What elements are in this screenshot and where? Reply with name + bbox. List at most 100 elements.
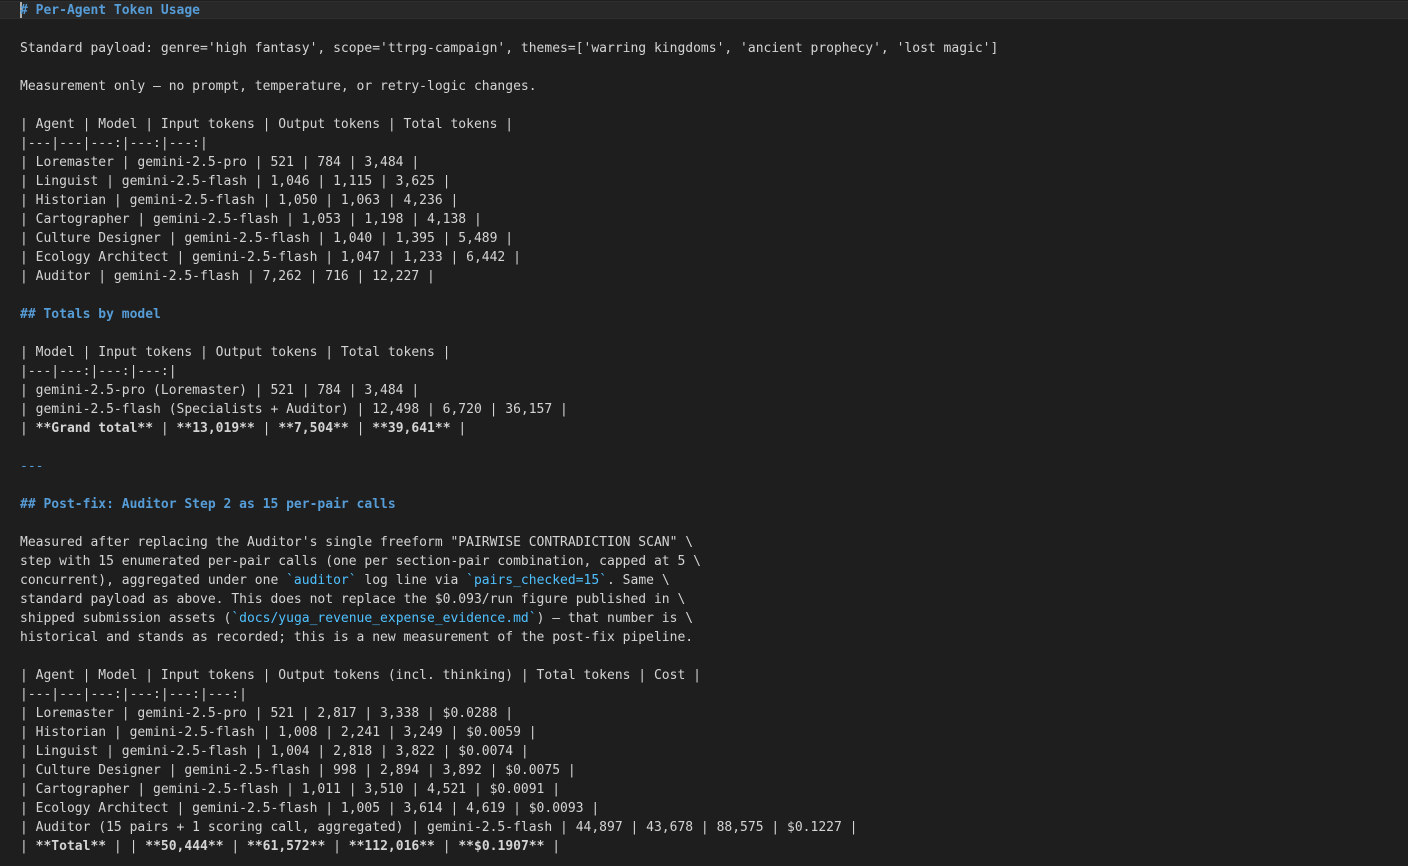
line-text: | Culture Designer | gemini-2.5-flash | … [20, 763, 576, 778]
markdown-bold-token: **$0.1907** [458, 839, 545, 854]
line-text: |---|---:|---:|---:| [20, 364, 177, 379]
editor-line[interactable]: | **Total** | | **50,444** | **61,572** … [20, 837, 1408, 856]
editor-line[interactable]: | Cartographer | gemini-2.5-flash | 1,01… [20, 780, 1408, 799]
editor-line[interactable]: | Cartographer | gemini-2.5-flash | 1,05… [20, 210, 1408, 229]
markdown-bold-token: **39,641** [372, 421, 451, 436]
line-text: historical and stands as recorded; this … [20, 630, 694, 645]
editor-line[interactable] [20, 286, 1408, 305]
line-text: step with 15 enumerated per-pair calls (… [20, 554, 701, 569]
markdown-code-token: `pairs_checked=15` [466, 573, 608, 588]
line-text: | Auditor | gemini-2.5-flash | 7,262 | 7… [20, 269, 435, 284]
line-text: | Cartographer | gemini-2.5-flash | 1,05… [20, 212, 482, 227]
editor-line[interactable]: Measurement only — no prompt, temperatur… [20, 77, 1408, 96]
markdown-bold-token: **7,504** [278, 421, 349, 436]
editor-line[interactable]: ## Post-fix: Auditor Step 2 as 15 per-pa… [20, 495, 1408, 514]
line-text: Standard payload: genre='high fantasy', … [20, 41, 999, 56]
editor-line[interactable]: | Linguist | gemini-2.5-flash | 1,046 | … [20, 172, 1408, 191]
editor-line[interactable]: | Historian | gemini-2.5-flash | 1,050 |… [20, 191, 1408, 210]
editor-line[interactable]: | Auditor | gemini-2.5-flash | 7,262 | 7… [20, 267, 1408, 286]
line-text: | Model | Input tokens | Output tokens |… [20, 345, 451, 360]
line-text: | Loremaster | gemini-2.5-pro | 521 | 78… [20, 155, 420, 170]
editor-line[interactable]: shipped submission assets (`docs/yuga_re… [20, 609, 1408, 628]
editor-line[interactable]: | gemini-2.5-pro (Loremaster) | 521 | 78… [20, 381, 1408, 400]
line-text: | [20, 839, 36, 854]
markdown-bold-token: **13,019** [176, 421, 255, 436]
editor-line[interactable]: | Loremaster | gemini-2.5-pro | 521 | 78… [20, 153, 1408, 172]
line-text: | Auditor (15 pairs + 1 scoring call, ag… [20, 820, 858, 835]
line-text: | [223, 839, 248, 854]
markdown-bold-token: **Grand total** [35, 421, 154, 436]
editor-line[interactable]: | Model | Input tokens | Output tokens |… [20, 343, 1408, 362]
line-text: | Agent | Model | Input tokens | Output … [20, 117, 514, 132]
editor-line[interactable]: | Culture Designer | gemini-2.5-flash | … [20, 761, 1408, 780]
editor-line[interactable]: standard payload as above. This does not… [20, 590, 1408, 609]
editor-line[interactable] [20, 476, 1408, 495]
line-text: |---|---|---:|---:|---:| [20, 136, 208, 151]
markdown-bold-token: **61,572** [247, 839, 326, 854]
editor-line[interactable]: | gemini-2.5-flash (Specialists + Audito… [20, 400, 1408, 419]
editor-line[interactable] [20, 96, 1408, 115]
line-text: | [254, 421, 279, 436]
line-text: | Linguist | gemini-2.5-flash | 1,046 | … [20, 174, 451, 189]
editor-line[interactable]: # Per-Agent Token Usage [20, 1, 1408, 20]
line-text: | Ecology Architect | gemini-2.5-flash |… [20, 801, 600, 816]
editor-line[interactable]: | Loremaster | gemini-2.5-pro | 521 | 2,… [20, 704, 1408, 723]
editor-line[interactable] [20, 647, 1408, 666]
editor-line[interactable]: step with 15 enumerated per-pair calls (… [20, 552, 1408, 571]
editor-line[interactable]: | Ecology Architect | gemini-2.5-flash |… [20, 248, 1408, 267]
editor-line[interactable] [20, 514, 1408, 533]
markdown-code-token: `docs/yuga_revenue_expense_evidence.md` [231, 611, 537, 626]
editor-line[interactable]: concurrent), aggregated under one `audit… [20, 571, 1408, 590]
markdown-heading-token: ## Totals by model [20, 307, 161, 322]
editor-line[interactable]: |---|---|---:|---:|---:| [20, 134, 1408, 153]
line-text: | Ecology Architect | gemini-2.5-flash |… [20, 250, 521, 265]
line-text: ) — that number is \ [536, 611, 694, 626]
line-text: | gemini-2.5-pro (Loremaster) | 521 | 78… [20, 383, 420, 398]
line-text: . Same \ [607, 573, 670, 588]
editor-line[interactable]: | Culture Designer | gemini-2.5-flash | … [20, 229, 1408, 248]
editor-line[interactable]: | Ecology Architect | gemini-2.5-flash |… [20, 799, 1408, 818]
editor-line[interactable]: |---|---|---:|---:|---:|---:| [20, 685, 1408, 704]
line-text: | Historian | gemini-2.5-flash | 1,008 |… [20, 725, 537, 740]
editor-line[interactable]: | **Grand total** | **13,019** | **7,504… [20, 419, 1408, 438]
line-text: standard payload as above. This does not… [20, 592, 686, 607]
line-text: | Linguist | gemini-2.5-flash | 1,004 | … [20, 744, 529, 759]
editor-line[interactable]: historical and stands as recorded; this … [20, 628, 1408, 647]
editor-line[interactable]: | Historian | gemini-2.5-flash | 1,008 |… [20, 723, 1408, 742]
markdown-bold-token: **112,016** [348, 839, 435, 854]
line-text: | Agent | Model | Input tokens | Output … [20, 668, 701, 683]
line-text: | [450, 421, 467, 436]
editor-line[interactable]: Standard payload: genre='high fantasy', … [20, 39, 1408, 58]
line-text: shipped submission assets ( [20, 611, 232, 626]
markdown-bold-token: **50,444** [145, 839, 224, 854]
markdown-heading-token: ## Post-fix: Auditor Step 2 as 15 per-pa… [20, 497, 396, 512]
line-text: | Loremaster | gemini-2.5-pro | 521 | 2,… [20, 706, 514, 721]
line-text: | [544, 839, 561, 854]
editor-line[interactable] [20, 58, 1408, 77]
line-text: | [325, 839, 349, 854]
editor-line[interactable]: Measured after replacing the Auditor's s… [20, 533, 1408, 552]
editor-line[interactable] [20, 20, 1408, 39]
markdown-code-token: `auditor` [286, 573, 357, 588]
editor-line[interactable]: | Agent | Model | Input tokens | Output … [20, 115, 1408, 134]
line-text: Measured after replacing the Auditor's s… [20, 535, 694, 550]
editor-line[interactable]: |---|---:|---:|---:| [20, 362, 1408, 381]
editor-line[interactable]: | Auditor (15 pairs + 1 scoring call, ag… [20, 818, 1408, 837]
editor-text-area[interactable]: # Per-Agent Token Usage Standard payload:… [20, 1, 1408, 856]
editor-line[interactable] [20, 324, 1408, 343]
editor-line[interactable]: --- [20, 457, 1408, 476]
line-text: | Cartographer | gemini-2.5-flash | 1,01… [20, 782, 561, 797]
line-text: | gemini-2.5-flash (Specialists + Audito… [20, 402, 568, 417]
markdown-editor[interactable]: # Per-Agent Token Usage Standard payload:… [0, 0, 1408, 866]
editor-line[interactable] [20, 438, 1408, 457]
line-text: | [348, 421, 373, 436]
line-text: |---|---|---:|---:|---:|---:| [20, 687, 247, 702]
line-text: | | [106, 839, 146, 854]
line-text: | [20, 421, 36, 436]
markdown-heading-token: # Per-Agent Token Usage [20, 3, 201, 18]
editor-line[interactable]: | Agent | Model | Input tokens | Output … [20, 666, 1408, 685]
line-text: | [153, 421, 177, 436]
editor-line[interactable]: | Linguist | gemini-2.5-flash | 1,004 | … [20, 742, 1408, 761]
editor-line[interactable]: ## Totals by model [20, 305, 1408, 324]
line-text: concurrent), aggregated under one [20, 573, 287, 588]
